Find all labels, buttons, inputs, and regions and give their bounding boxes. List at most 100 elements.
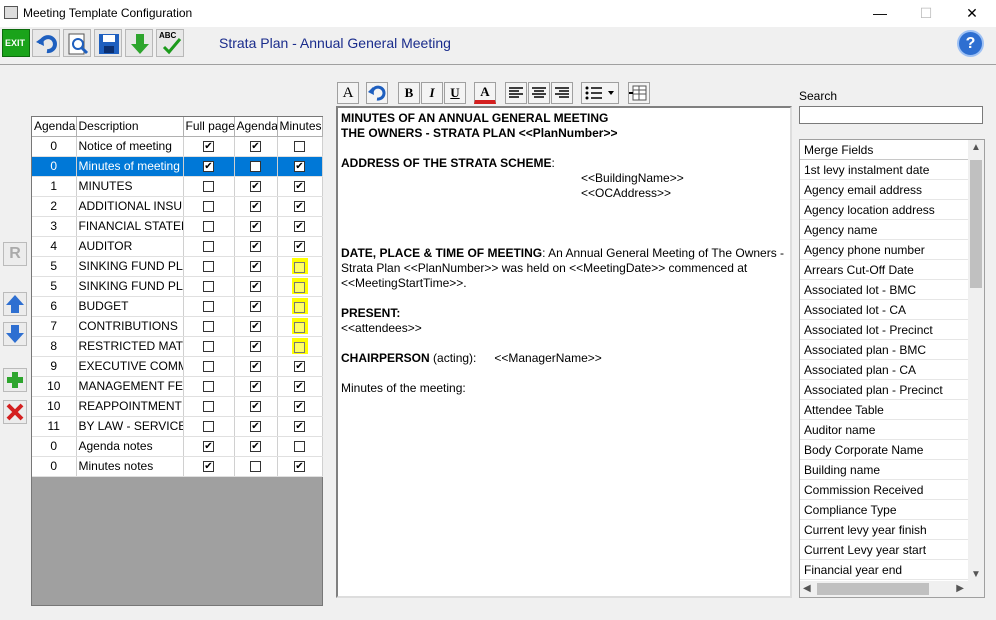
agenda-cell[interactable]: ✔ bbox=[234, 256, 278, 277]
description-cell[interactable]: Minutes of meeting bbox=[76, 156, 184, 177]
agenda-number-cell[interactable]: 1 bbox=[32, 176, 77, 197]
merge-field-item[interactable]: Arrears Cut-Off Date bbox=[800, 260, 970, 280]
agenda-checkbox[interactable]: ✔ bbox=[250, 421, 261, 433]
agenda-number-cell[interactable]: 10 bbox=[32, 396, 77, 417]
full-page-checkbox[interactable]: ✔ bbox=[203, 461, 214, 473]
description-cell[interactable]: AUDITOR bbox=[76, 236, 184, 257]
agenda-checkbox[interactable]: ✔ bbox=[250, 261, 261, 273]
minutes-cell[interactable] bbox=[277, 296, 323, 317]
minutes-checkbox[interactable]: ✔ bbox=[294, 361, 305, 373]
agenda-row[interactable]: 0 Notice of meeting ✔ ✔ bbox=[32, 136, 323, 157]
underline-button[interactable]: U bbox=[444, 82, 466, 104]
merge-field-item[interactable]: Associated plan - Precinct bbox=[800, 380, 970, 400]
agenda-cell[interactable]: ✔ bbox=[234, 196, 278, 217]
agenda-checkbox[interactable]: ✔ bbox=[250, 321, 261, 333]
minutes-cell[interactable]: ✔ bbox=[277, 196, 323, 217]
merge-field-item[interactable]: Associated lot - BMC bbox=[800, 280, 970, 300]
agenda-row[interactable]: 0 Minutes of meeting ✔ ✔ bbox=[32, 156, 323, 177]
full-page-cell[interactable] bbox=[183, 296, 235, 317]
minutes-checkbox[interactable]: ✔ bbox=[294, 421, 305, 433]
description-cell[interactable]: MINUTES bbox=[76, 176, 184, 197]
agenda-checkbox[interactable]: ✔ bbox=[250, 201, 261, 213]
agenda-cell[interactable]: ✔ bbox=[234, 416, 278, 437]
minutes-checkbox[interactable]: ✔ bbox=[294, 221, 305, 233]
merge-field-item[interactable]: Current levy year finish bbox=[800, 520, 970, 540]
minutes-cell[interactable]: ✔ bbox=[277, 176, 323, 197]
merge-field-item[interactable]: Agency location address bbox=[800, 200, 970, 220]
agenda-cell[interactable]: ✔ bbox=[234, 136, 278, 157]
help-button[interactable]: ? bbox=[957, 30, 984, 57]
agenda-row[interactable]: 10 MANAGEMENT FEE ✔ ✔ bbox=[32, 376, 323, 397]
description-cell[interactable]: RESTRICTED MATT bbox=[76, 336, 184, 357]
full-page-checkbox[interactable] bbox=[203, 221, 214, 233]
minutes-checkbox[interactable] bbox=[294, 322, 305, 334]
agenda-checkbox[interactable]: ✔ bbox=[250, 401, 261, 413]
agenda-checkbox[interactable]: ✔ bbox=[250, 181, 261, 193]
merge-horizontal-scrollbar[interactable]: ◀ ▶ bbox=[800, 581, 984, 597]
italic-button[interactable]: I bbox=[421, 82, 443, 104]
agenda-cell[interactable]: ✔ bbox=[234, 376, 278, 397]
description-cell[interactable]: Minutes notes bbox=[76, 456, 184, 477]
agenda-number-cell[interactable]: 7 bbox=[32, 316, 77, 337]
merge-vertical-scrollbar[interactable]: ▲ ▼ bbox=[968, 140, 984, 582]
merge-field-item[interactable]: Associated lot - Precinct bbox=[800, 320, 970, 340]
agenda-cell[interactable]: ✔ bbox=[234, 316, 278, 337]
bold-button[interactable]: B bbox=[398, 82, 420, 104]
maximize-button[interactable]: ☐ bbox=[903, 0, 949, 27]
minutes-cell[interactable]: ✔ bbox=[277, 416, 323, 437]
minutes-checkbox[interactable]: ✔ bbox=[294, 461, 305, 473]
minutes-cell[interactable] bbox=[277, 136, 323, 157]
full-page-checkbox[interactable] bbox=[203, 301, 214, 313]
minutes-cell[interactable] bbox=[277, 276, 323, 297]
full-page-checkbox[interactable] bbox=[203, 421, 214, 433]
agenda-checkbox[interactable]: ✔ bbox=[250, 241, 261, 253]
preview-button[interactable] bbox=[63, 29, 91, 57]
agenda-number-cell[interactable]: 0 bbox=[32, 156, 77, 177]
full-page-cell[interactable]: ✔ bbox=[183, 456, 235, 477]
agenda-row[interactable]: 1 MINUTES ✔ ✔ bbox=[32, 176, 323, 197]
full-page-checkbox[interactable] bbox=[203, 341, 214, 353]
minutes-cell[interactable] bbox=[277, 316, 323, 337]
minutes-checkbox[interactable] bbox=[294, 282, 305, 294]
col-minutes[interactable]: Minutes bbox=[277, 117, 323, 137]
agenda-row[interactable]: 5 SINKING FUND PLA ✔ bbox=[32, 276, 323, 297]
minutes-cell[interactable] bbox=[277, 256, 323, 277]
move-down-button[interactable] bbox=[3, 322, 27, 346]
merge-field-item[interactable]: Compliance Type bbox=[800, 500, 970, 520]
minutes-checkbox[interactable] bbox=[294, 141, 305, 153]
agenda-checkbox[interactable]: ✔ bbox=[250, 381, 261, 393]
agenda-cell[interactable] bbox=[234, 156, 278, 177]
agenda-number-cell[interactable]: 11 bbox=[32, 416, 77, 437]
description-cell[interactable]: SINKING FUND PLA bbox=[76, 276, 184, 297]
scroll-up-icon[interactable]: ▲ bbox=[971, 142, 981, 153]
agenda-cell[interactable]: ✔ bbox=[234, 216, 278, 237]
merge-field-item[interactable]: 1st levy instalment date bbox=[800, 160, 970, 180]
agenda-checkbox[interactable] bbox=[250, 461, 261, 473]
agenda-row[interactable]: 2 ADDITIONAL INSUR ✔ ✔ bbox=[32, 196, 323, 217]
full-page-checkbox[interactable] bbox=[203, 321, 214, 333]
agenda-cell[interactable]: ✔ bbox=[234, 436, 278, 457]
search-input[interactable] bbox=[799, 106, 983, 124]
merge-field-item[interactable]: Agency phone number bbox=[800, 240, 970, 260]
move-up-button[interactable] bbox=[3, 292, 27, 316]
col-description[interactable]: Description bbox=[76, 117, 184, 137]
minutes-cell[interactable]: ✔ bbox=[277, 356, 323, 377]
full-page-checkbox[interactable] bbox=[203, 241, 214, 253]
agenda-row[interactable]: 6 BUDGET ✔ bbox=[32, 296, 323, 317]
full-page-cell[interactable] bbox=[183, 356, 235, 377]
full-page-checkbox[interactable]: ✔ bbox=[203, 161, 214, 173]
agenda-row[interactable]: 11 BY LAW - SERVICE ( ✔ ✔ bbox=[32, 416, 323, 437]
minutes-checkbox[interactable]: ✔ bbox=[294, 381, 305, 393]
scroll-left-icon[interactable]: ◀ bbox=[803, 583, 811, 594]
minutes-cell[interactable]: ✔ bbox=[277, 236, 323, 257]
close-button[interactable]: ✕ bbox=[949, 0, 995, 27]
description-cell[interactable]: FINANCIAL STATEM bbox=[76, 216, 184, 237]
full-page-cell[interactable] bbox=[183, 196, 235, 217]
full-page-checkbox[interactable] bbox=[203, 381, 214, 393]
full-page-cell[interactable] bbox=[183, 276, 235, 297]
agenda-cell[interactable]: ✔ bbox=[234, 296, 278, 317]
agenda-cell[interactable]: ✔ bbox=[234, 356, 278, 377]
description-cell[interactable]: BY LAW - SERVICE ( bbox=[76, 416, 184, 437]
full-page-cell[interactable] bbox=[183, 376, 235, 397]
merge-field-item[interactable]: Attendee Table bbox=[800, 400, 970, 420]
